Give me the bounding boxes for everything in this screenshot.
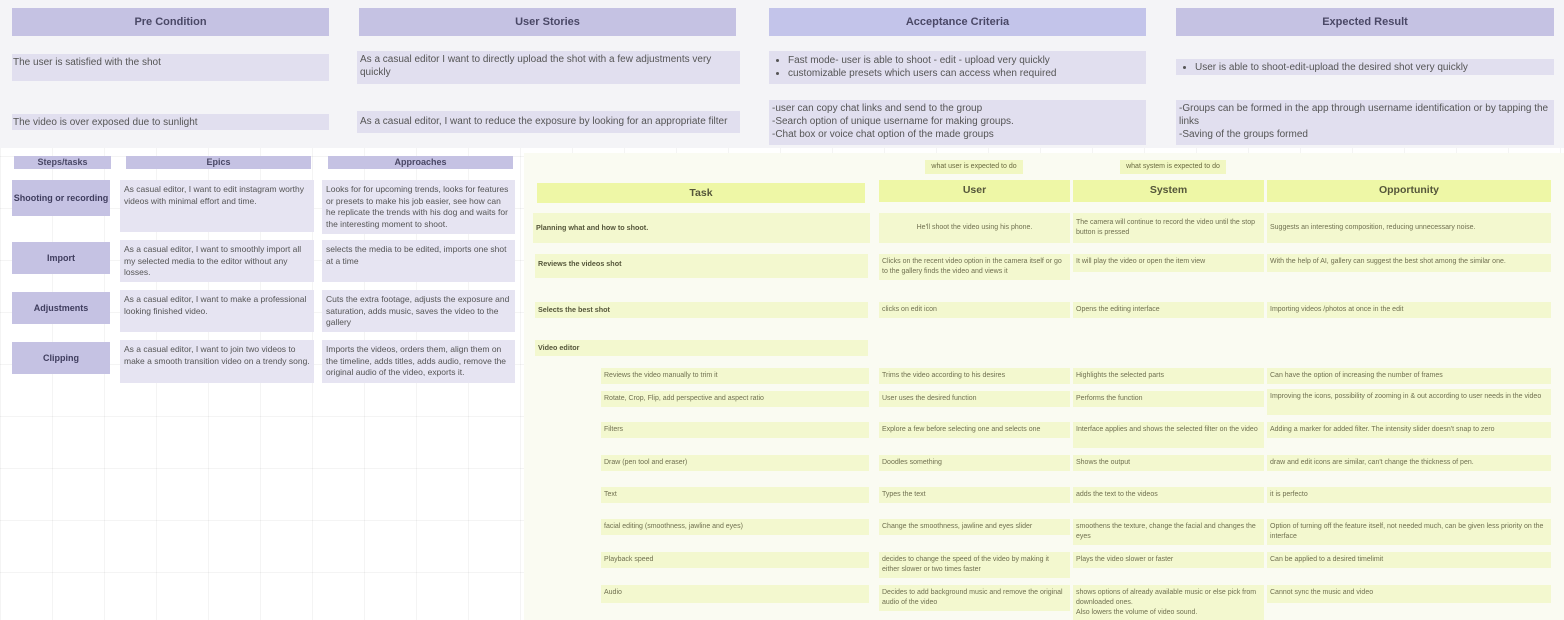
user-cell: Clicks on the recent video option in the… xyxy=(879,254,1070,280)
subtask-cell: facial editing (smoothness, jawline and … xyxy=(601,519,869,535)
header-opportunity: Opportunity xyxy=(1267,180,1551,202)
step-import: Import xyxy=(12,242,110,274)
system-cell: Opens the editing interface xyxy=(1073,302,1264,318)
header-user-stories: User Stories xyxy=(359,8,736,36)
system-cell: Interface applies and shows the selected… xyxy=(1073,422,1264,448)
approach-cell: selects the media to be edited, imports … xyxy=(322,240,515,282)
user-cell: Change the smoothness, jawline and eyes … xyxy=(879,519,1070,535)
user-cell: Explore a few before selecting one and s… xyxy=(879,422,1070,438)
system-cell: smoothens the texture, change the facial… xyxy=(1073,519,1264,545)
user-cell: Decides to add background music and remo… xyxy=(879,585,1070,611)
subtask-cell: Rotate, Crop, Flip, add perspective and … xyxy=(601,391,869,407)
user-cell: Trims the video according to his desires xyxy=(879,368,1070,384)
row2-precondition: The video is over exposed due to sunligh… xyxy=(12,114,329,130)
row1-acceptance-criteria: Fast mode- user is able to shoot - edit … xyxy=(769,51,1146,84)
opportunity-cell: Suggests an interesting composition, red… xyxy=(1267,213,1551,243)
header-expected-result: Expected Result xyxy=(1176,8,1554,36)
user-cell: decides to change the speed of the video… xyxy=(879,552,1070,578)
system-line: Also lowers the volume of video sound. xyxy=(1076,609,1198,616)
task-cell: Selects the best shot xyxy=(535,302,868,318)
system-line: shows options of already available music… xyxy=(1076,589,1257,606)
criteria-line: -Chat box or voice chat option of the ma… xyxy=(772,129,994,140)
header-pre-condition: Pre Condition xyxy=(12,8,329,36)
user-cell: clicks on edit icon xyxy=(879,302,1070,318)
user-cell: Doodles something xyxy=(879,455,1070,471)
opportunity-cell: Importing videos /photos at once in the … xyxy=(1267,302,1551,318)
subtask-cell: Reviews the video manually to trim it xyxy=(601,368,869,384)
row1-precondition: The user is satisfied with the shot xyxy=(12,54,329,81)
row1-expected-result: User is able to shoot-edit-upload the de… xyxy=(1176,59,1554,75)
header-epics: Epics xyxy=(126,156,311,169)
result-line: -Groups can be formed in the app through… xyxy=(1179,103,1549,127)
system-cell: Highlights the selected parts xyxy=(1073,368,1264,384)
task-cell: Reviews the videos shot xyxy=(535,254,868,278)
subtask-cell: Filters xyxy=(601,422,869,438)
criteria-line: -Search option of unique username for ma… xyxy=(772,116,1014,127)
opportunity-cell: it is perfecto xyxy=(1267,487,1551,503)
user-cell: User uses the desired function xyxy=(879,391,1070,407)
user-cell: Types the text xyxy=(879,487,1070,503)
epic-cell: As casual editor, I want to edit instagr… xyxy=(120,180,314,232)
opportunity-cell: Cannot sync the music and video xyxy=(1267,585,1551,603)
step-clipping: Clipping xyxy=(12,342,110,374)
result-item: User is able to shoot-edit-upload the de… xyxy=(1195,61,1551,74)
result-line: -Saving of the groups formed xyxy=(1179,129,1308,140)
subtask-cell: Playback speed xyxy=(601,552,869,568)
row2-expected-result: -Groups can be formed in the app through… xyxy=(1176,100,1554,145)
opportunity-cell: draw and edit icons are similar, can't c… xyxy=(1267,455,1551,471)
criteria-item: customizable presets which users can acc… xyxy=(788,67,1143,80)
system-cell: The camera will continue to record the v… xyxy=(1073,213,1264,243)
row2-user-story: As a casual editor, I want to reduce the… xyxy=(357,111,740,133)
subtask-cell: Text xyxy=(601,487,869,503)
subtask-cell: Draw (pen tool and eraser) xyxy=(601,455,869,471)
opportunity-cell: Can have the option of increasing the nu… xyxy=(1267,368,1551,384)
row1-user-story: As a casual editor I want to directly up… xyxy=(357,51,740,84)
epic-cell: As a casual editor, I want to smoothly i… xyxy=(120,240,314,282)
tag-system-expected: what system is expected to do xyxy=(1120,160,1226,174)
header-task: Task xyxy=(537,183,865,203)
opportunity-cell: Improving the icons, possibility of zoom… xyxy=(1267,389,1551,415)
step-adjustments: Adjustments xyxy=(12,292,110,324)
header-approaches: Approaches xyxy=(328,156,513,169)
opportunity-cell: Adding a marker for added filter. The in… xyxy=(1267,422,1551,438)
system-cell: Performs the function xyxy=(1073,391,1264,407)
system-cell: adds the text to the videos xyxy=(1073,487,1264,503)
header-system: System xyxy=(1073,180,1264,202)
criteria-line: -user can copy chat links and send to th… xyxy=(772,103,983,114)
opportunity-cell: Option of turning off the feature itself… xyxy=(1267,519,1551,545)
tag-user-expected: what user is expected to do xyxy=(925,160,1023,174)
approach-cell: Looks for for upcoming trends, looks for… xyxy=(322,180,515,234)
opportunity-cell: With the help of AI, gallery can suggest… xyxy=(1267,254,1551,272)
system-cell: It will play the video or open the item … xyxy=(1073,254,1264,272)
system-cell: Plays the video slower or faster xyxy=(1073,552,1264,568)
task-cell-video-editor: Video editor xyxy=(535,340,868,356)
user-cell: He'll shoot the video using his phone. xyxy=(879,213,1070,243)
task-cell: Planning what and how to shoot. xyxy=(533,213,870,243)
criteria-item: Fast mode- user is able to shoot - edit … xyxy=(788,54,1143,67)
header-user: User xyxy=(879,180,1070,202)
header-steps-tasks: Steps/tasks xyxy=(14,156,111,169)
approach-cell: Imports the videos, orders them, align t… xyxy=(322,340,515,383)
system-cell: shows options of already available music… xyxy=(1073,585,1264,620)
approach-cell: Cuts the extra footage, adjusts the expo… xyxy=(322,290,515,332)
epic-cell: As a casual editor, I want to join two v… xyxy=(120,340,314,383)
step-shooting: Shooting or recording xyxy=(12,180,110,216)
subtask-cell: Audio xyxy=(601,585,869,603)
epic-cell: As a casual editor, I want to make a pro… xyxy=(120,290,314,332)
system-cell: Shows the output xyxy=(1073,455,1264,471)
opportunity-cell: Can be applied to a desired timelimit xyxy=(1267,552,1551,568)
header-acceptance-criteria: Acceptance Criteria xyxy=(769,8,1146,36)
row2-acceptance-criteria: -user can copy chat links and send to th… xyxy=(769,100,1146,145)
